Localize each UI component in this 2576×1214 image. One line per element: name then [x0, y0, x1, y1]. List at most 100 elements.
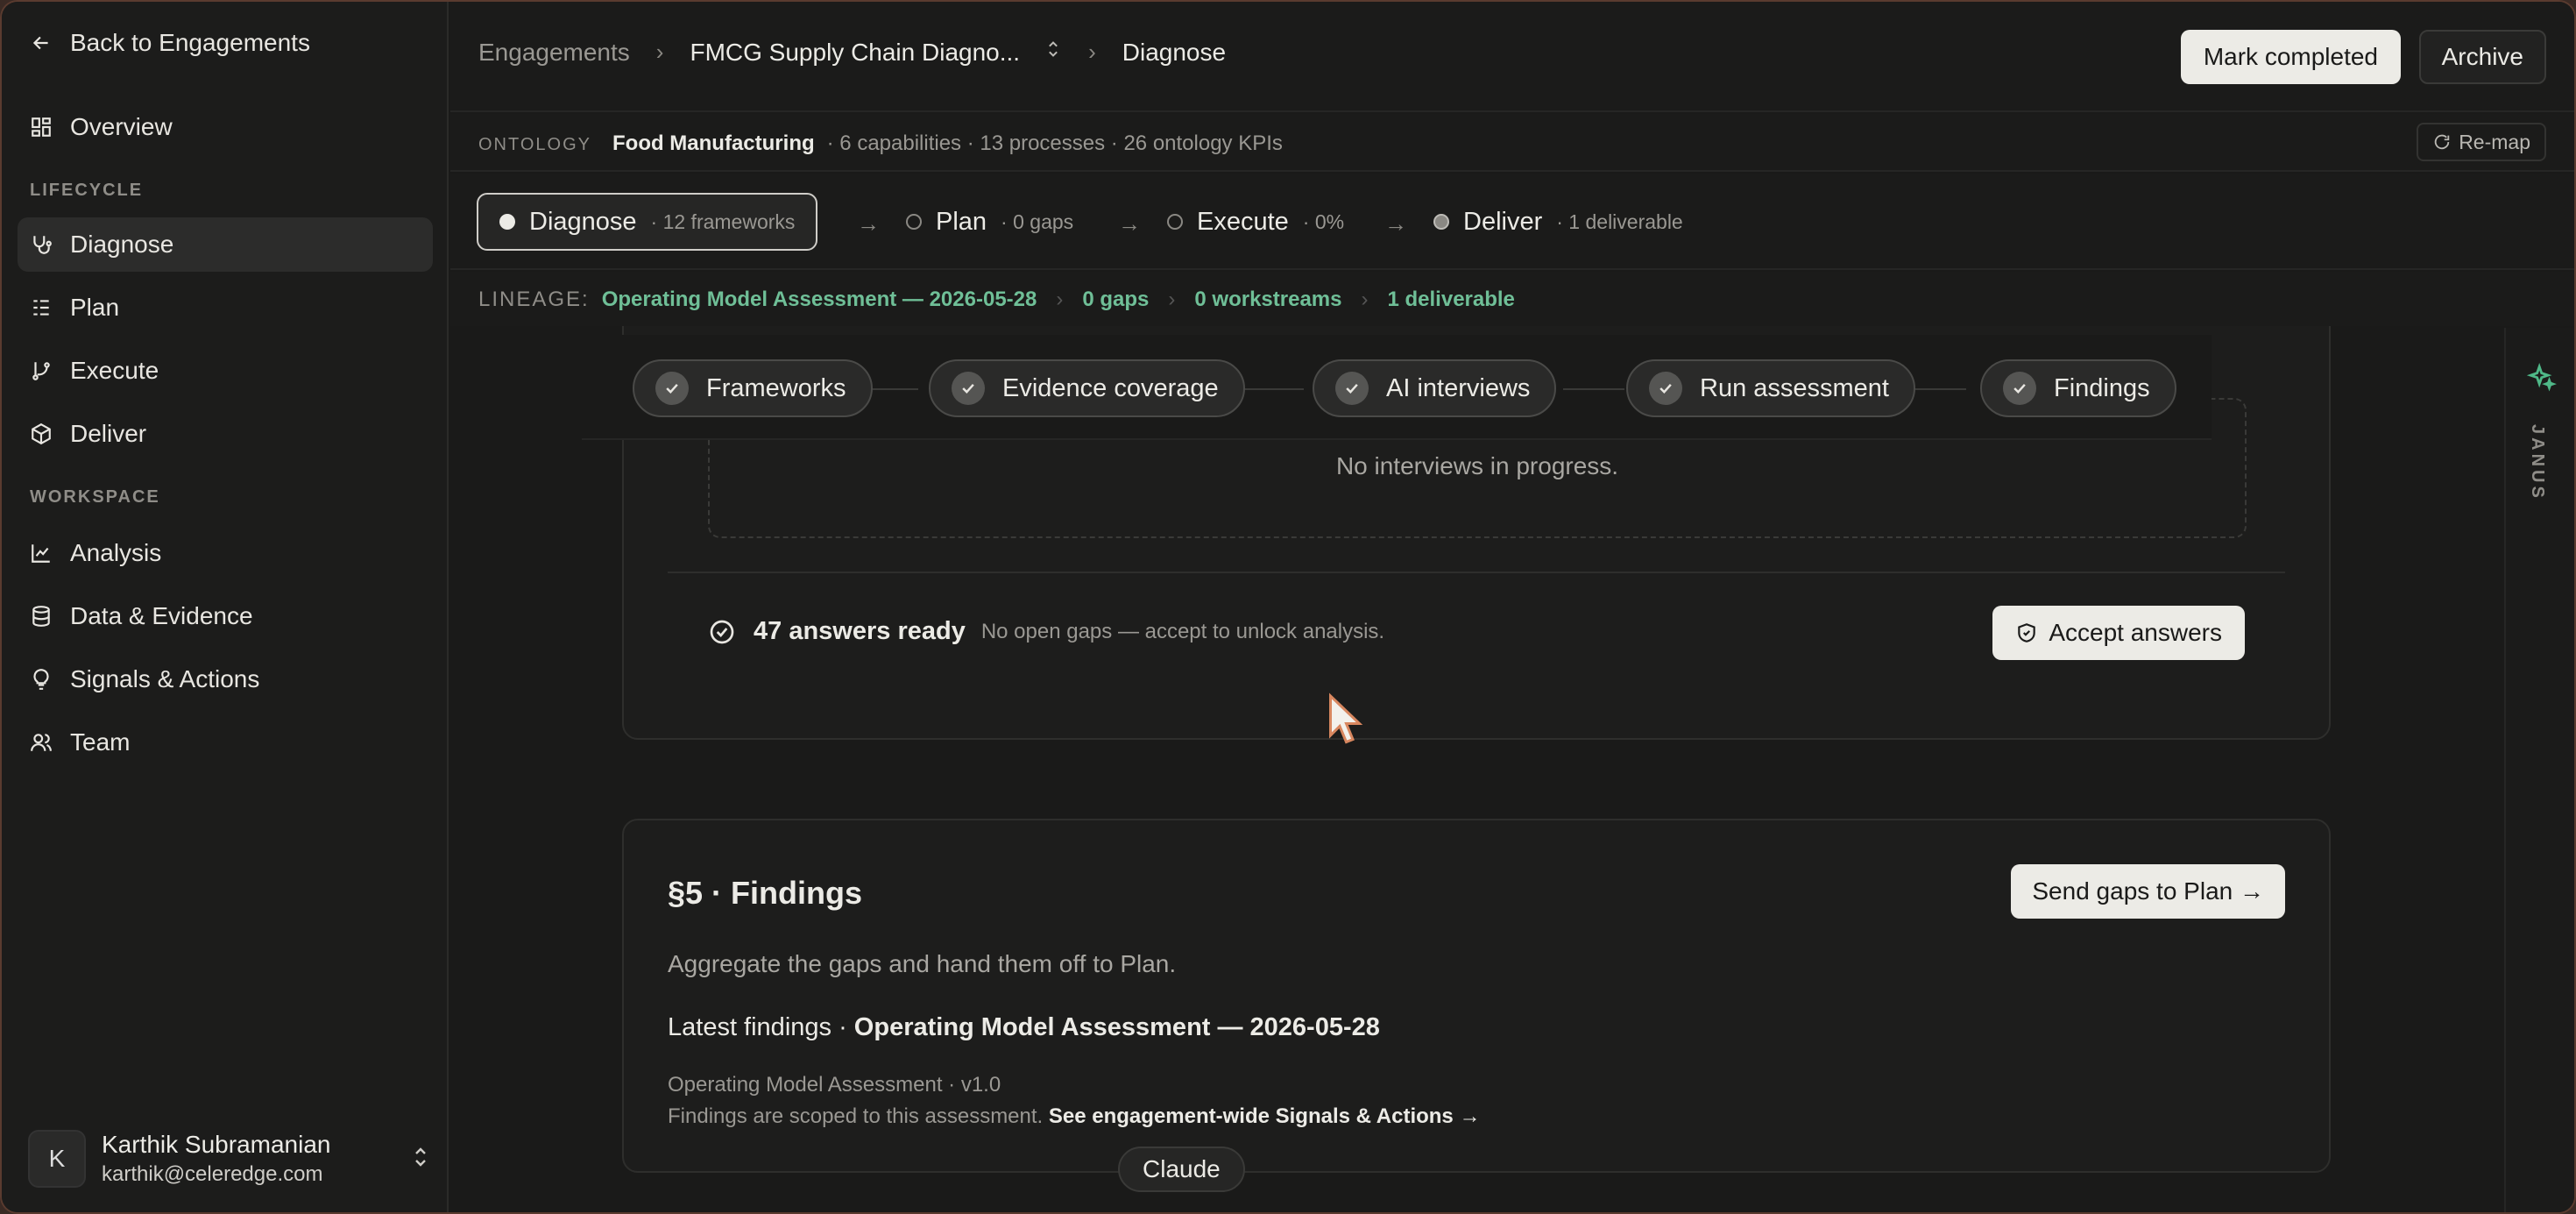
chevron-right-icon: ›: [1361, 288, 1369, 311]
back-label: Back to Engagements: [70, 29, 310, 56]
lineage-label: LINEAGE:: [478, 288, 590, 311]
breadcrumb-engagement[interactable]: FMCG Supply Chain Diagno...: [690, 39, 1020, 67]
chevron-right-icon: ›: [655, 39, 664, 65]
step-findings[interactable]: Findings: [1980, 359, 2176, 417]
chevron-right-icon: ›: [1088, 39, 1096, 65]
sidebar-item-analysis[interactable]: Analysis: [18, 526, 433, 580]
sidebar-item-signals-actions[interactable]: Signals & Actions: [18, 652, 433, 706]
sidebar-item-label: Overview: [70, 113, 173, 140]
check-icon: [655, 372, 689, 405]
shield-check-icon: [2015, 621, 2038, 644]
assessment-steps: Frameworks Evidence coverage AI intervie…: [582, 335, 2212, 440]
breadcrumb-engagements[interactable]: Engagements: [478, 39, 630, 67]
step-label: Frameworks: [706, 373, 846, 402]
stage-sub: · 1 deliverable: [1556, 209, 1683, 233]
archive-button[interactable]: Archive: [2418, 30, 2546, 84]
assessment-version: Operating Model Assessment · v1.0: [668, 1073, 1001, 1097]
lineage-gaps-link[interactable]: 0 gaps: [1082, 288, 1149, 312]
breadcrumb: Engagements › FMCG Supply Chain Diagno..…: [478, 37, 1226, 67]
findings-card: §5 · Findings Send gaps to Plan → Aggreg…: [622, 819, 2331, 1173]
remap-button[interactable]: Re-map: [2417, 123, 2546, 161]
sidebar-item-diagnose[interactable]: Diagnose: [18, 217, 433, 272]
sidebar-item-overview[interactable]: Overview: [18, 100, 433, 154]
git-branch-icon: [28, 358, 54, 384]
sidebar-item-data-evidence[interactable]: Data & Evidence: [18, 589, 433, 643]
stage-sub: · 0%: [1302, 209, 1345, 233]
lineage-assessment-link[interactable]: Operating Model Assessment — 2026-05-28: [602, 288, 1037, 312]
check-icon: [1335, 372, 1369, 405]
app-window: Back to Engagements Overview LIFECYCLE D…: [2, 2, 2574, 1212]
signals-actions-link[interactable]: See engagement-wide Signals & Actions →: [1049, 1104, 1481, 1128]
stage-name: Diagnose: [529, 207, 637, 236]
stethoscope-icon: [28, 231, 54, 258]
step-evidence-coverage[interactable]: Evidence coverage: [929, 359, 1245, 417]
sidebar-item-team[interactable]: Team: [18, 715, 433, 770]
findings-title: §5 · Findings: [668, 875, 863, 911]
step-run-assessment[interactable]: Run assessment: [1626, 359, 1915, 417]
refresh-icon: [2432, 132, 2452, 152]
users-icon: [28, 729, 54, 756]
sidebar-item-execute[interactable]: Execute: [18, 344, 433, 398]
main-content: No interviews in progress. 47 answers re…: [450, 326, 2506, 1212]
check-icon: [1649, 372, 1682, 405]
stage-sub: · 12 frameworks: [650, 209, 796, 233]
arrow-right-icon: →: [1118, 210, 1141, 237]
step-label: Run assessment: [1700, 373, 1889, 402]
lineage-deliverable-link[interactable]: 1 deliverable: [1387, 288, 1514, 312]
step-label: AI interviews: [1386, 373, 1531, 402]
step-label: Evidence coverage: [1002, 373, 1219, 402]
chevron-up-down-icon[interactable]: [1044, 37, 1062, 67]
latest-assessment-name: Operating Model Assessment — 2026-05-28: [853, 1013, 1380, 1041]
breadcrumb-current: Diagnose: [1122, 38, 1227, 66]
database-icon: [28, 603, 54, 629]
step-ai-interviews[interactable]: AI interviews: [1313, 359, 1557, 417]
package-icon: [28, 421, 54, 447]
sidebar-item-deliver[interactable]: Deliver: [18, 407, 433, 461]
arrow-right-icon: →: [857, 210, 880, 237]
check-icon: [2003, 372, 2036, 405]
chart-line-icon: [28, 540, 54, 566]
stage-deliver[interactable]: Deliver · 1 deliverable: [1433, 193, 1683, 251]
sparkles-icon[interactable]: [2527, 363, 2557, 393]
mark-completed-button[interactable]: Mark completed: [2180, 30, 2401, 84]
sidebar-item-label: Analysis: [70, 539, 162, 566]
send-gaps-to-plan-button[interactable]: Send gaps to Plan →: [2011, 864, 2285, 919]
user-menu[interactable]: K Karthik Subramanian karthik@celeredge.…: [28, 1125, 431, 1193]
accept-answers-button[interactable]: Accept answers: [1992, 606, 2245, 660]
stage-execute[interactable]: Execute · 0%: [1167, 193, 1344, 251]
accept-label: Accept answers: [2049, 619, 2222, 646]
chevron-up-down-icon: [410, 1144, 431, 1175]
answers-ready-sub: No open gaps — accept to unlock analysis…: [980, 619, 1385, 643]
check-icon: [952, 372, 985, 405]
sidebar-item-label: Plan: [70, 294, 120, 321]
answers-ready-title: 47 answers ready: [754, 617, 966, 645]
avatar: K: [28, 1130, 86, 1188]
check-circle-icon: [708, 618, 736, 646]
empty-state-text: No interviews in progress.: [1335, 452, 1619, 479]
sidebar-item-label: Diagnose: [70, 231, 174, 258]
findings-description: Aggregate the gaps and hand them off to …: [668, 950, 1177, 977]
sidebar-item-label: Deliver: [70, 420, 147, 447]
lightbulb-icon: [28, 666, 54, 692]
back-to-engagements-link[interactable]: Back to Engagements: [18, 16, 433, 70]
stage-plan[interactable]: Plan · 0 gaps: [906, 193, 1073, 251]
user-name: Karthik Subramanian: [102, 1131, 331, 1158]
stage-dot-icon: [499, 214, 515, 230]
sidebar-item-plan[interactable]: Plan: [18, 280, 433, 335]
answers-ready-row: 47 answers ready No open gaps — accept t…: [708, 617, 1384, 646]
grid-icon: [28, 114, 54, 140]
janus-label[interactable]: JANUS: [2527, 424, 2547, 501]
sidebar-item-label: Signals & Actions: [70, 665, 260, 692]
chevron-right-icon: ›: [1056, 288, 1064, 311]
scope-text: Findings are scoped to this assessment.: [668, 1104, 1044, 1128]
sidebar-item-label: Data & Evidence: [70, 602, 253, 629]
list-icon: [28, 295, 54, 321]
step-frameworks[interactable]: Frameworks: [633, 359, 873, 417]
latest-findings: Latest findings · Operating Model Assess…: [668, 1013, 1380, 1042]
step-connector: [866, 388, 918, 390]
stage-diagnose[interactable]: Diagnose · 12 frameworks: [477, 193, 818, 251]
lineage-workstreams-link[interactable]: 0 workstreams: [1194, 288, 1341, 312]
stage-dot-icon: [906, 214, 922, 230]
stage-name: Execute: [1197, 207, 1289, 236]
mouse-cursor-icon: [1327, 692, 1363, 751]
